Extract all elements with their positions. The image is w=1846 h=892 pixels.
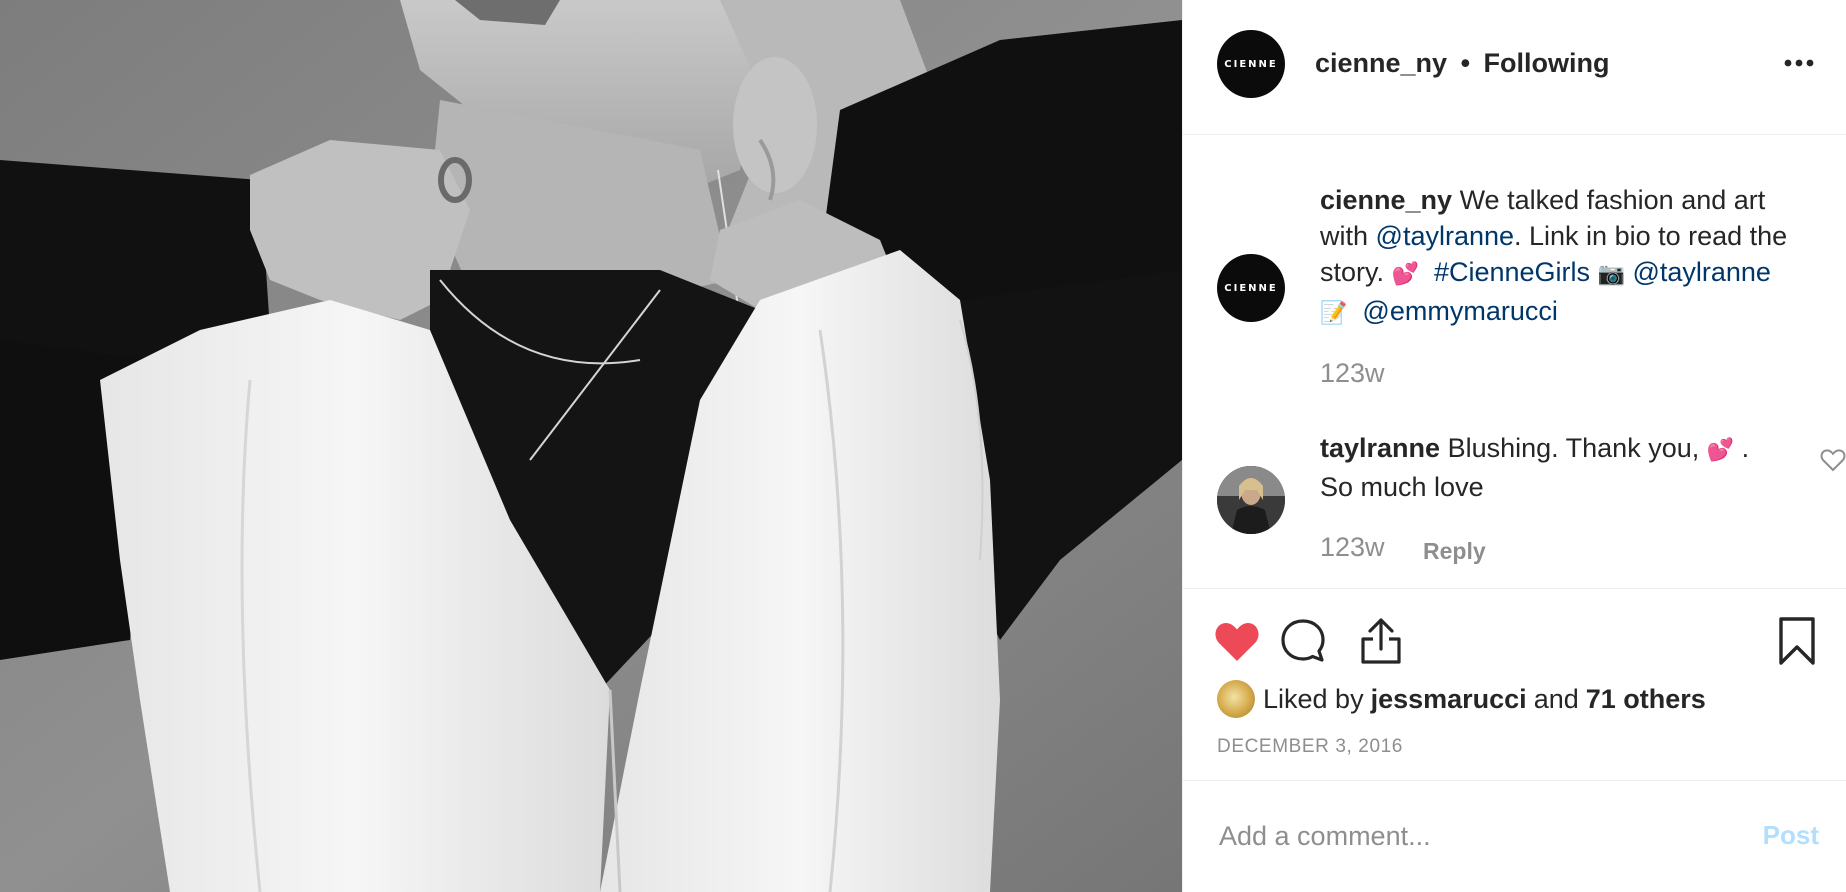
- more-options-icon: [1784, 59, 1814, 67]
- comment-button[interactable]: [1277, 615, 1329, 667]
- likes-summary: Liked by jessmarucci and 71 others: [1217, 679, 1706, 719]
- more-options-button[interactable]: [1779, 48, 1819, 78]
- like-button[interactable]: [1211, 615, 1263, 667]
- post-image: [0, 0, 1182, 892]
- account-header: cienne_ny • Following: [1315, 48, 1610, 79]
- save-button[interactable]: [1771, 615, 1823, 667]
- account-avatar[interactable]: CIENNE: [1217, 30, 1285, 98]
- mention-link[interactable]: @emmymarucci: [1362, 296, 1557, 326]
- following-button[interactable]: Following: [1484, 48, 1610, 78]
- caption-username-link[interactable]: cienne_ny: [1320, 185, 1452, 215]
- share-icon: [1361, 618, 1401, 664]
- two-hearts-emoji: 💕: [1706, 438, 1735, 463]
- heart-outline-icon: [1820, 449, 1846, 472]
- comment-input[interactable]: [1217, 812, 1717, 860]
- post-date[interactable]: DECEMBER 3, 2016: [1217, 736, 1403, 758]
- comments-list: CIENNE cienne_ny We talked fashion and a…: [1183, 136, 1846, 588]
- share-button[interactable]: [1355, 615, 1407, 667]
- hashtag-link[interactable]: #CienneGirls: [1434, 257, 1590, 287]
- instagram-post: CIENNE cienne_ny • Following CIENNE cien…: [0, 0, 1846, 892]
- liker-username-link[interactable]: jessmarucci: [1371, 684, 1527, 715]
- reply-text: taylranne Blushing. Thank you, 💕 . So mu…: [1320, 430, 1760, 505]
- bookmark-icon: [1779, 617, 1815, 665]
- account-username-link[interactable]: cienne_ny: [1315, 48, 1447, 78]
- liker-avatar[interactable]: [1217, 680, 1255, 718]
- caption-timestamp[interactable]: 123w: [1320, 358, 1385, 389]
- reply-button[interactable]: Reply: [1423, 538, 1486, 565]
- post-comment-button[interactable]: Post: [1763, 820, 1819, 851]
- post-header: CIENNE cienne_ny • Following: [1183, 0, 1846, 135]
- two-hearts-emoji: 💕: [1391, 262, 1419, 287]
- reply-text-part: Blushing. Thank you,: [1440, 433, 1707, 463]
- reply-timestamp[interactable]: 123w: [1320, 532, 1385, 563]
- camera-emoji: 📷: [1597, 262, 1625, 287]
- caption-avatar[interactable]: CIENNE: [1217, 254, 1285, 322]
- comment-bubble-icon: [1281, 619, 1325, 662]
- post-details-panel: CIENNE cienne_ny • Following CIENNE cien…: [1182, 0, 1846, 892]
- add-comment-section: Post: [1183, 782, 1846, 892]
- heart-filled-icon: [1215, 622, 1259, 661]
- reply-like-button[interactable]: [1820, 448, 1846, 476]
- mention-link[interactable]: @taylranne: [1632, 257, 1770, 287]
- avatar-label: CIENNE: [1224, 58, 1278, 70]
- liked-by-label: Liked by: [1263, 683, 1364, 714]
- post-actions: Liked by jessmarucci and 71 others DECEM…: [1183, 588, 1846, 781]
- reply-avatar-image: [1217, 466, 1285, 534]
- mention-link[interactable]: @taylranne: [1376, 221, 1514, 251]
- caption-text: cienne_ny We talked fashion and art with…: [1320, 182, 1810, 332]
- likes-conjunction: and: [1533, 683, 1579, 714]
- memo-emoji: 📝: [1320, 301, 1348, 326]
- reply-avatar[interactable]: [1217, 466, 1285, 534]
- reply-username-link[interactable]: taylranne: [1320, 433, 1440, 463]
- likes-count-link[interactable]: 71 others: [1586, 684, 1706, 715]
- avatar-label: CIENNE: [1224, 282, 1278, 294]
- post-photo[interactable]: [0, 0, 1182, 892]
- separator-dot: •: [1460, 48, 1471, 78]
